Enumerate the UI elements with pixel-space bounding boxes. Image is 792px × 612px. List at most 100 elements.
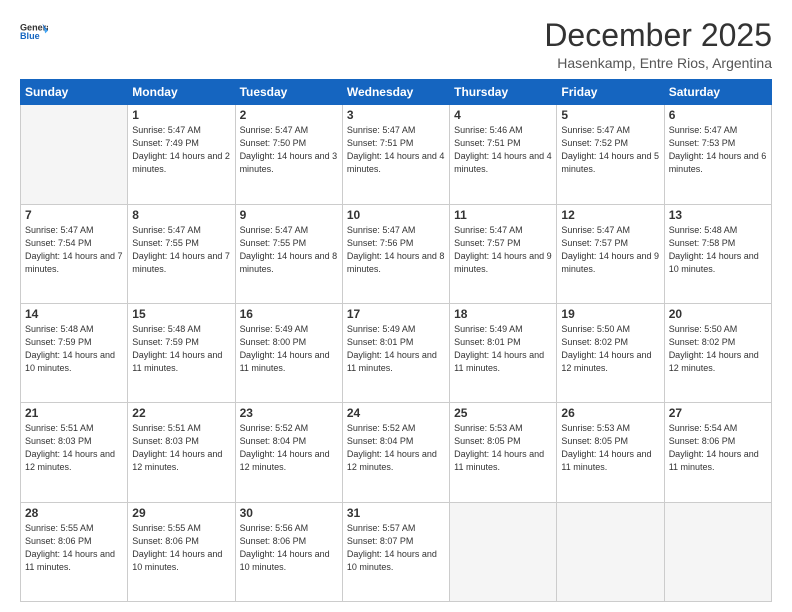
generalblue-logo-icon: General Blue xyxy=(20,18,48,46)
day-number: 3 xyxy=(347,108,445,122)
day-number: 31 xyxy=(347,506,445,520)
svg-text:Blue: Blue xyxy=(20,31,40,41)
day-number: 23 xyxy=(240,406,338,420)
calendar-day-cell: 3 Sunrise: 5:47 AM Sunset: 7:51 PM Daylig… xyxy=(342,105,449,204)
day-number: 5 xyxy=(561,108,659,122)
calendar-header-row: SundayMondayTuesdayWednesdayThursdayFrid… xyxy=(21,80,772,105)
calendar-week-row: 7Sunrise: 5:47 AM Sunset: 7:54 PM Daylig… xyxy=(21,204,772,303)
day-info: Sunrise: 5:50 AM Sunset: 8:02 PM Dayligh… xyxy=(669,323,767,375)
calendar-day-header: Saturday xyxy=(664,80,771,105)
calendar-day-cell xyxy=(450,502,557,601)
calendar-week-row: 14 Sunrise: 5:48 AM Sunset: 7:59 PM Dayli… xyxy=(21,303,772,402)
calendar-day-cell: 23 Sunrise: 5:52 AM Sunset: 8:04 PM Dayli… xyxy=(235,403,342,502)
calendar-week-row: 28 Sunrise: 5:55 AM Sunset: 8:06 PM Dayli… xyxy=(21,502,772,601)
day-info: Sunrise: 5:48 AM Sunset: 7:58 PM Dayligh… xyxy=(669,224,767,276)
calendar-day-header: Sunday xyxy=(21,80,128,105)
day-info: Sunrise: 5:47 AM Sunset: 7:56 PM Dayligh… xyxy=(347,224,445,276)
day-info: Sunrise: 5:51 AM Sunset: 8:03 PM Dayligh… xyxy=(25,422,123,474)
page: General Blue December 2025 Hasenkamp, En… xyxy=(0,0,792,612)
calendar-day-cell: 13 Sunrise: 5:48 AM Sunset: 7:58 PM Dayli… xyxy=(664,204,771,303)
calendar-day-header: Thursday xyxy=(450,80,557,105)
calendar-day-cell: 2 Sunrise: 5:47 AM Sunset: 7:50 PM Daylig… xyxy=(235,105,342,204)
calendar-week-row: 21Sunrise: 5:51 AM Sunset: 8:03 PM Dayli… xyxy=(21,403,772,502)
calendar-day-cell: 18 Sunrise: 5:49 AM Sunset: 8:01 PM Dayli… xyxy=(450,303,557,402)
calendar-day-cell: 1 Sunrise: 5:47 AM Sunset: 7:49 PM Daylig… xyxy=(128,105,235,204)
day-number: 14 xyxy=(25,307,123,321)
day-number: 28 xyxy=(25,506,123,520)
day-info: Sunrise: 5:56 AM Sunset: 8:06 PM Dayligh… xyxy=(240,522,338,574)
day-number: 16 xyxy=(240,307,338,321)
calendar-day-cell: 11 Sunrise: 5:47 AM Sunset: 7:57 PM Dayli… xyxy=(450,204,557,303)
day-number: 2 xyxy=(240,108,338,122)
month-title: December 2025 xyxy=(544,18,772,53)
calendar-day-cell: 19 Sunrise: 5:50 AM Sunset: 8:02 PM Dayli… xyxy=(557,303,664,402)
calendar-day-cell: 24Sunrise: 5:52 AM Sunset: 8:04 PM Dayli… xyxy=(342,403,449,502)
day-number: 22 xyxy=(132,406,230,420)
day-number: 9 xyxy=(240,208,338,222)
day-number: 4 xyxy=(454,108,552,122)
day-info: Sunrise: 5:48 AM Sunset: 7:59 PM Dayligh… xyxy=(25,323,123,375)
calendar-day-header: Tuesday xyxy=(235,80,342,105)
day-number: 11 xyxy=(454,208,552,222)
day-number: 15 xyxy=(132,307,230,321)
day-info: Sunrise: 5:48 AM Sunset: 7:59 PM Dayligh… xyxy=(132,323,230,375)
day-info: Sunrise: 5:52 AM Sunset: 8:04 PM Dayligh… xyxy=(240,422,338,474)
calendar-day-cell: 30 Sunrise: 5:56 AM Sunset: 8:06 PM Dayli… xyxy=(235,502,342,601)
day-info: Sunrise: 5:49 AM Sunset: 8:00 PM Dayligh… xyxy=(240,323,338,375)
calendar-day-cell: 15 Sunrise: 5:48 AM Sunset: 7:59 PM Dayli… xyxy=(128,303,235,402)
calendar-day-cell: 21Sunrise: 5:51 AM Sunset: 8:03 PM Dayli… xyxy=(21,403,128,502)
calendar-day-cell: 27Sunrise: 5:54 AM Sunset: 8:06 PM Dayli… xyxy=(664,403,771,502)
calendar-day-cell: 31 Sunrise: 5:57 AM Sunset: 8:07 PM Dayli… xyxy=(342,502,449,601)
calendar-day-header: Monday xyxy=(128,80,235,105)
day-number: 30 xyxy=(240,506,338,520)
day-number: 10 xyxy=(347,208,445,222)
day-number: 19 xyxy=(561,307,659,321)
calendar-day-cell xyxy=(21,105,128,204)
day-number: 26 xyxy=(561,406,659,420)
calendar-table: SundayMondayTuesdayWednesdayThursdayFrid… xyxy=(20,79,772,602)
calendar-day-cell xyxy=(664,502,771,601)
calendar-week-row: 1 Sunrise: 5:47 AM Sunset: 7:49 PM Daylig… xyxy=(21,105,772,204)
calendar-day-cell: 8Sunrise: 5:47 AM Sunset: 7:55 PM Daylig… xyxy=(128,204,235,303)
day-number: 25 xyxy=(454,406,552,420)
day-number: 1 xyxy=(132,108,230,122)
day-info: Sunrise: 5:53 AM Sunset: 8:05 PM Dayligh… xyxy=(454,422,552,474)
calendar-day-cell: 20Sunrise: 5:50 AM Sunset: 8:02 PM Dayli… xyxy=(664,303,771,402)
day-number: 12 xyxy=(561,208,659,222)
calendar-day-cell: 16 Sunrise: 5:49 AM Sunset: 8:00 PM Dayli… xyxy=(235,303,342,402)
calendar-day-cell: 26 Sunrise: 5:53 AM Sunset: 8:05 PM Dayli… xyxy=(557,403,664,502)
calendar-day-cell: 9 Sunrise: 5:47 AM Sunset: 7:55 PM Daylig… xyxy=(235,204,342,303)
day-info: Sunrise: 5:47 AM Sunset: 7:51 PM Dayligh… xyxy=(347,124,445,176)
calendar-day-cell: 14 Sunrise: 5:48 AM Sunset: 7:59 PM Dayli… xyxy=(21,303,128,402)
day-number: 7 xyxy=(25,208,123,222)
calendar-day-cell: 4 Sunrise: 5:46 AM Sunset: 7:51 PM Daylig… xyxy=(450,105,557,204)
day-info: Sunrise: 5:55 AM Sunset: 8:06 PM Dayligh… xyxy=(132,522,230,574)
header: General Blue December 2025 Hasenkamp, En… xyxy=(20,18,772,71)
logo: General Blue xyxy=(20,18,50,46)
calendar-day-cell: 7Sunrise: 5:47 AM Sunset: 7:54 PM Daylig… xyxy=(21,204,128,303)
day-info: Sunrise: 5:47 AM Sunset: 7:52 PM Dayligh… xyxy=(561,124,659,176)
day-number: 6 xyxy=(669,108,767,122)
calendar-day-header: Friday xyxy=(557,80,664,105)
day-info: Sunrise: 5:47 AM Sunset: 7:49 PM Dayligh… xyxy=(132,124,230,176)
day-info: Sunrise: 5:53 AM Sunset: 8:05 PM Dayligh… xyxy=(561,422,659,474)
calendar-day-cell: 6 Sunrise: 5:47 AM Sunset: 7:53 PM Daylig… xyxy=(664,105,771,204)
day-info: Sunrise: 5:47 AM Sunset: 7:50 PM Dayligh… xyxy=(240,124,338,176)
day-info: Sunrise: 5:49 AM Sunset: 8:01 PM Dayligh… xyxy=(454,323,552,375)
day-info: Sunrise: 5:47 AM Sunset: 7:57 PM Dayligh… xyxy=(561,224,659,276)
day-info: Sunrise: 5:49 AM Sunset: 8:01 PM Dayligh… xyxy=(347,323,445,375)
day-info: Sunrise: 5:46 AM Sunset: 7:51 PM Dayligh… xyxy=(454,124,552,176)
calendar-day-cell: 12 Sunrise: 5:47 AM Sunset: 7:57 PM Dayli… xyxy=(557,204,664,303)
day-info: Sunrise: 5:50 AM Sunset: 8:02 PM Dayligh… xyxy=(561,323,659,375)
day-number: 13 xyxy=(669,208,767,222)
day-number: 18 xyxy=(454,307,552,321)
day-info: Sunrise: 5:47 AM Sunset: 7:53 PM Dayligh… xyxy=(669,124,767,176)
day-info: Sunrise: 5:47 AM Sunset: 7:55 PM Dayligh… xyxy=(132,224,230,276)
day-info: Sunrise: 5:47 AM Sunset: 7:57 PM Dayligh… xyxy=(454,224,552,276)
calendar-day-cell: 25 Sunrise: 5:53 AM Sunset: 8:05 PM Dayli… xyxy=(450,403,557,502)
day-number: 29 xyxy=(132,506,230,520)
title-block: December 2025 Hasenkamp, Entre Rios, Arg… xyxy=(544,18,772,71)
day-info: Sunrise: 5:47 AM Sunset: 7:55 PM Dayligh… xyxy=(240,224,338,276)
day-number: 24 xyxy=(347,406,445,420)
day-info: Sunrise: 5:57 AM Sunset: 8:07 PM Dayligh… xyxy=(347,522,445,574)
